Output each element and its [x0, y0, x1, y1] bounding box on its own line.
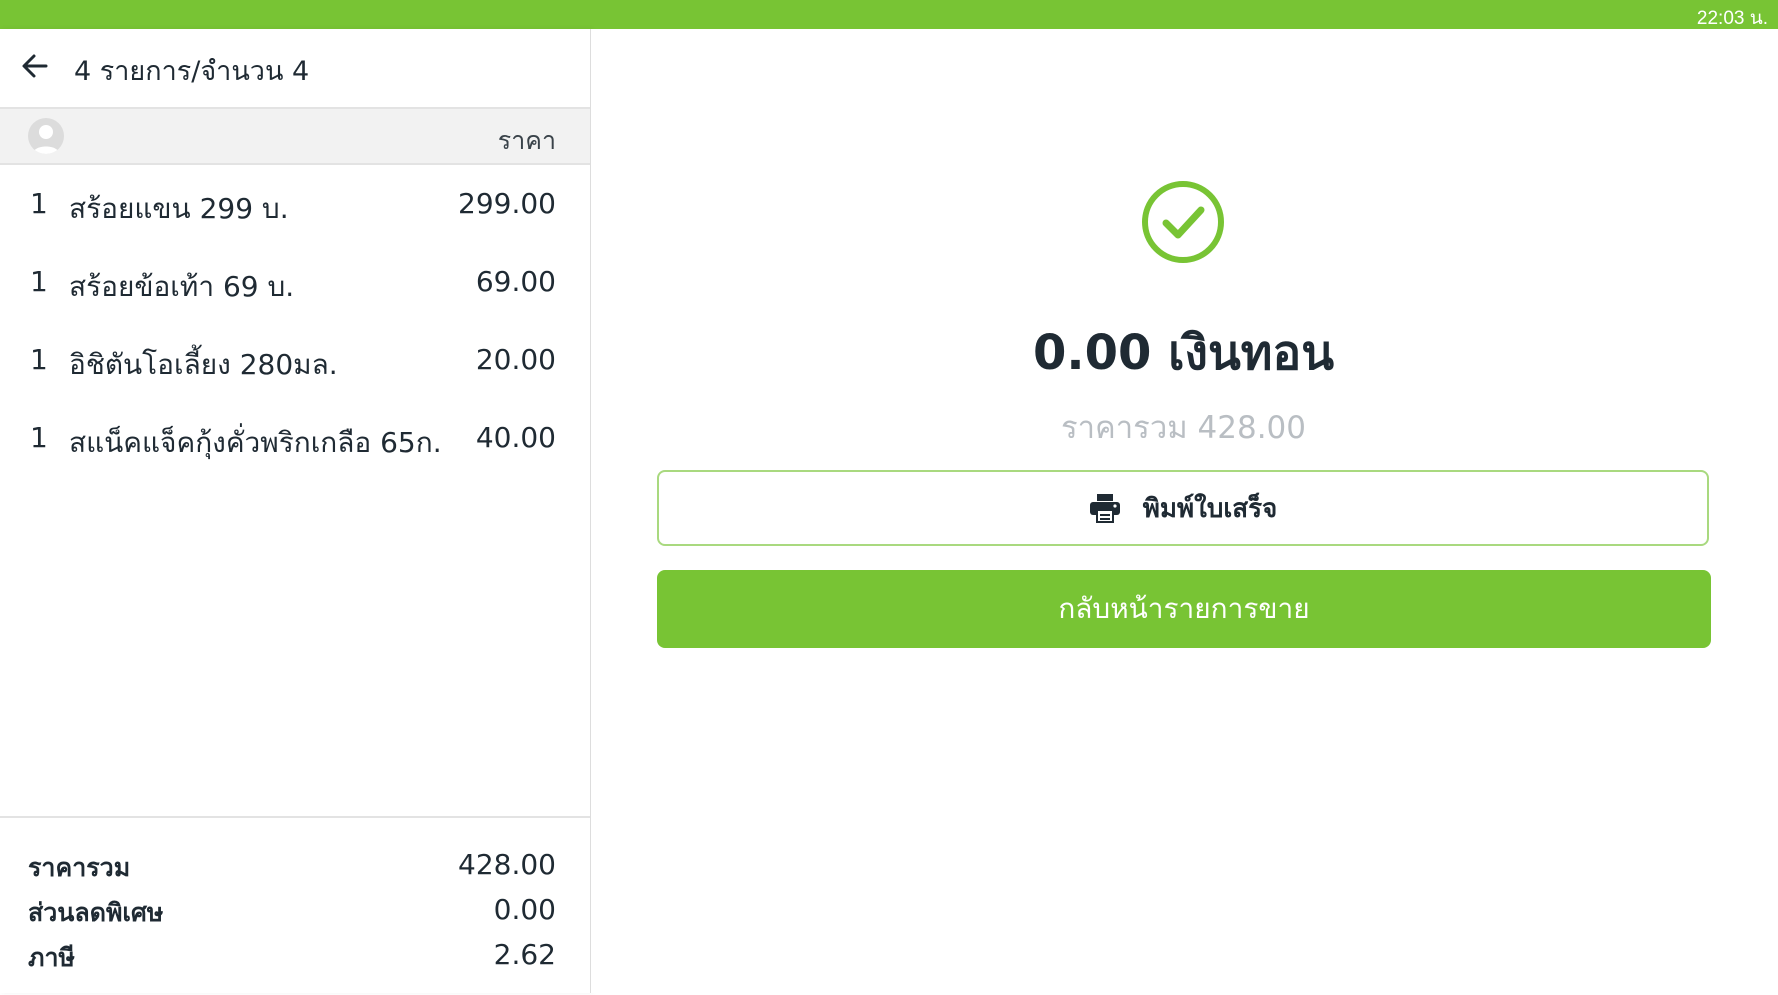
item-name: สแน็คแจ็คกุ้งคั่วพริกเกลือ 65ก.	[69, 426, 442, 459]
order-item-row[interactable]: 1 สร้อยแขน 299 บ. 299.00	[0, 165, 590, 243]
order-items: 1 สร้อยแขน 299 บ. 299.00 1 สร้อยข้อเท้า …	[0, 165, 590, 477]
order-title: 4 รายการ/จำนวน 4	[74, 56, 310, 87]
order-panel: 4 รายการ/จำนวน 4 ราคา 1 สร้อยแขน 299 บ. …	[0, 29, 591, 993]
back-to-sales-label: กลับหน้ารายการขาย	[1058, 592, 1310, 625]
order-summary: ราคารวม 428.00 ส่วนลดพิเศษ 0.00 ภาษี 2.6…	[0, 816, 590, 995]
tax-label: ภาษี	[28, 943, 75, 972]
subtotal-value: 428.00	[458, 848, 556, 881]
order-header: 4 รายการ/จำนวน 4	[0, 29, 590, 109]
printer-icon	[1089, 494, 1120, 523]
item-price: 69.00	[475, 265, 556, 298]
change-amount: 0.00 เงินทอน	[1032, 325, 1335, 381]
item-price: 299.00	[458, 187, 556, 220]
user-icon	[33, 125, 59, 154]
item-quantity: 1	[30, 421, 48, 454]
print-receipt-button[interactable]: พิมพ์ใบเสร็จ	[657, 470, 1709, 546]
item-name: สร้อยข้อเท้า 69 บ.	[69, 270, 295, 303]
item-quantity: 1	[30, 343, 48, 376]
item-price: 20.00	[475, 343, 556, 376]
back-to-sales-button[interactable]: กลับหน้ารายการขาย	[657, 570, 1711, 648]
check-circle-icon	[1142, 181, 1224, 263]
item-price: 40.00	[475, 421, 556, 454]
item-quantity: 1	[30, 265, 48, 298]
tax-value: 2.62	[493, 938, 556, 971]
item-name: สร้อยแขน 299 บ.	[69, 192, 289, 225]
subtotal-row: ราคารวม 428.00	[0, 848, 590, 888]
item-name: อิชิตันโอเลี้ยง 280มล.	[69, 348, 338, 381]
discount-value: 0.00	[493, 893, 556, 926]
item-quantity: 1	[30, 187, 48, 220]
customer-avatar[interactable]	[28, 118, 64, 154]
back-arrow-icon[interactable]	[18, 49, 52, 83]
total-amount: ราคารวม 428.00	[1060, 410, 1307, 446]
payment-result-panel: 0.00 เงินทอน ราคารวม 428.00 พิมพ์ใบเสร็จ…	[591, 29, 1778, 993]
status-bar: 22:03 น.	[0, 0, 1778, 29]
order-item-row[interactable]: 1 สแน็คแจ็คกุ้งคั่วพริกเกลือ 65ก. 40.00	[0, 399, 590, 477]
order-item-row[interactable]: 1 อิชิตันโอเลี้ยง 280มล. 20.00	[0, 321, 590, 399]
subtotal-label: ราคารวม	[28, 853, 131, 882]
discount-label: ส่วนลดพิเศษ	[28, 898, 164, 927]
order-item-row[interactable]: 1 สร้อยข้อเท้า 69 บ. 69.00	[0, 243, 590, 321]
price-column-label: ราคา	[497, 126, 556, 155]
tax-row: ภาษี 2.62	[0, 938, 590, 978]
discount-row: ส่วนลดพิเศษ 0.00	[0, 893, 590, 933]
column-header: ราคา	[0, 109, 590, 165]
print-receipt-label: พิมพ์ใบเสร็จ	[1142, 493, 1278, 524]
